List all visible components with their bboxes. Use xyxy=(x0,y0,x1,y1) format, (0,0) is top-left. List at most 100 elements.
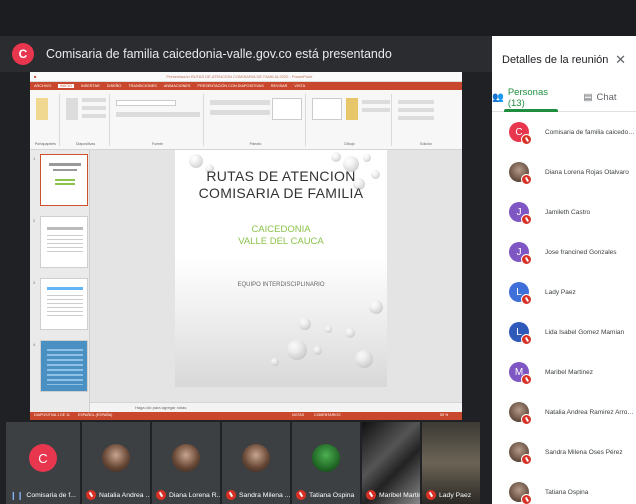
ppt-tab-insertar[interactable]: INSERTAR xyxy=(81,84,100,88)
slide-title: RUTAS DE ATENCION COMISARIA DE FAMILIA xyxy=(198,168,364,201)
group-dibujo: Dibujo xyxy=(308,94,392,146)
participant-list: C Comisaria de familia caicedoni... Diana … xyxy=(492,112,636,504)
participant-name: Diana Lorena Rojas Otalvaro xyxy=(545,168,629,176)
participant-row[interactable]: C Comisaria de familia caicedoni... xyxy=(492,112,636,152)
participant-name: Jose francined Gonzales xyxy=(545,248,617,256)
ppt-tab-revisar[interactable]: REVISAR xyxy=(271,84,288,88)
participant-tile[interactable]: Diana Lorena R... xyxy=(152,422,220,504)
meet-window: C Comisaria de familia caicedonia-valle.… xyxy=(0,0,636,504)
slide-thumbnails: 1 2 3 4 xyxy=(30,150,90,412)
thumbnail-4[interactable] xyxy=(40,340,88,392)
presenter-banner: C Comisaria de familia caicedonia-valle.… xyxy=(0,36,492,72)
tile-name-bar: ❙❙ Comisaria de f... xyxy=(10,491,76,500)
tile-name: Diana Lorena R... xyxy=(169,491,220,499)
participant-tile[interactable]: C ❙❙ Comisaria de f... xyxy=(6,422,80,504)
ppt-tab-inicio[interactable]: INICIO xyxy=(58,84,74,88)
group-portapapeles: Portapapeles xyxy=(32,94,60,146)
tile-name: Lady Paez xyxy=(439,491,472,499)
ppt-tab-transiciones[interactable]: TRANSICIONES xyxy=(128,84,156,88)
tile-name: Tatiana Ospina xyxy=(309,491,355,499)
participant-row[interactable]: M Maribel Martinez xyxy=(492,352,636,392)
tile-name-bar: Maribel Martinez xyxy=(366,490,420,500)
participant-row[interactable]: L Lida Isabel Gomez Mamian xyxy=(492,312,636,352)
thumbnail-2[interactable] xyxy=(40,216,88,268)
participant-row[interactable]: Tatiana Ospina xyxy=(492,472,636,504)
ppt-tab-vista[interactable]: VISTA xyxy=(294,84,305,88)
tile-avatar: C xyxy=(29,444,57,472)
participant-row[interactable]: L Lady Paez xyxy=(492,272,636,312)
tile-name-bar: Tatiana Ospina xyxy=(296,490,354,500)
close-icon[interactable]: ✕ xyxy=(615,52,626,68)
tile-avatar xyxy=(242,444,270,472)
mic-off-icon xyxy=(521,334,532,345)
ppt-tab-diseno[interactable]: DISEÑO xyxy=(107,84,122,88)
tile-avatar xyxy=(312,444,340,472)
ppt-tab-archivo[interactable]: ARCHIVO xyxy=(34,84,51,88)
participant-row[interactable]: Natalia Andrea Ramirez Arroya... xyxy=(492,392,636,432)
participant-tile[interactable]: Natalia Andrea ... xyxy=(82,422,150,504)
tile-avatar xyxy=(172,444,200,472)
mic-off-icon xyxy=(521,414,532,425)
mic-off-icon xyxy=(521,454,532,465)
tile-name: Comisaria de f... xyxy=(26,492,76,499)
mic-off-icon xyxy=(521,254,532,265)
thumbnail-3[interactable] xyxy=(40,278,88,330)
people-icon: 👥 xyxy=(492,92,504,103)
ppt-window-title: Presentación RUTAS DE ATENCION COMISARIA… xyxy=(166,74,313,79)
current-slide[interactable]: RUTAS DE ATENCION COMISARIA DE FAMILIA C… xyxy=(175,150,387,387)
comments-toggle[interactable]: COMENTARIOS xyxy=(314,413,341,417)
tile-name-bar: Sandra Milena ... xyxy=(226,490,290,500)
participant-tile[interactable]: Maribel Martinez xyxy=(362,422,420,504)
participant-tile[interactable]: Tatiana Ospina xyxy=(292,422,360,504)
tab-people[interactable]: 👥 Personas (13) xyxy=(492,84,564,112)
mic-off-icon xyxy=(296,490,306,500)
tile-name: Maribel Martinez xyxy=(379,491,420,499)
participant-name: Tatiana Ospina xyxy=(545,488,589,496)
participant-row[interactable]: J Jamileth Castro xyxy=(492,192,636,232)
thumbnail-1[interactable] xyxy=(40,154,88,206)
participant-tile[interactable]: Sandra Milena ... xyxy=(222,422,290,504)
ppt-ribbon-tabs: ARCHIVO INICIO INSERTAR DISEÑO TRANSICIO… xyxy=(30,82,462,90)
zoom-level[interactable]: 55 % xyxy=(440,413,448,417)
mic-off-icon xyxy=(226,490,236,500)
shared-screen: ■ Presentación RUTAS DE ATENCION COMISAR… xyxy=(30,72,462,420)
mic-off-icon xyxy=(86,490,96,500)
participant-name: Natalia Andrea Ramirez Arroya... xyxy=(545,408,636,416)
participant-tile[interactable]: Lady Paez xyxy=(422,422,480,504)
participant-filmstrip: C ❙❙ Comisaria de f... Natalia Andrea ... Di… xyxy=(0,420,492,504)
ppt-tab-presentacion[interactable]: PRESENTACIÓN CON DIAPOSITIVAS xyxy=(197,84,263,88)
mic-off-icon xyxy=(521,494,532,504)
participant-row[interactable]: Sandra Milena Oses Pérez xyxy=(492,432,636,472)
mic-off-icon xyxy=(521,134,532,145)
speaking-indicator-icon: ❙❙ xyxy=(10,491,24,500)
tab-chat[interactable]: ▤ Chat xyxy=(564,84,636,111)
tile-name: Sandra Milena ... xyxy=(239,491,290,499)
tile-name-bar: Diana Lorena R... xyxy=(156,490,220,500)
panel-title: Detalles de la reunión xyxy=(502,54,609,66)
mic-off-icon xyxy=(521,374,532,385)
slide-canvas: RUTAS DE ATENCION COMISARIA DE FAMILIA C… xyxy=(90,150,462,402)
notes-pane[interactable]: Haga clic para agregar notas xyxy=(90,402,462,412)
panel-header: Detalles de la reunión ✕ xyxy=(492,36,636,84)
mic-off-icon xyxy=(426,490,436,500)
mic-off-icon xyxy=(156,490,166,500)
panel-tabs: 👥 Personas (13) ▤ Chat xyxy=(492,84,636,112)
meeting-details-panel: Detalles de la reunión ✕ 👥 Personas (13)… xyxy=(492,36,636,504)
participant-name: Maribel Martinez xyxy=(545,368,594,376)
participant-name: Jamileth Castro xyxy=(545,208,591,216)
chat-icon: ▤ xyxy=(583,92,593,103)
slide-team-text: EQUIPO INTERDISCIPLINARIO xyxy=(237,282,325,288)
participant-name: Lady Paez xyxy=(545,288,576,296)
ppt-status-bar: DIAPOSITIVA 1 DE 11 ESPAÑOL (ESPAÑA) NOT… xyxy=(30,412,462,420)
participant-row[interactable]: J Jose francined Gonzales xyxy=(492,232,636,272)
participant-name: Comisaria de familia caicedoni... xyxy=(545,128,636,136)
ppt-ribbon: Portapapeles Diapositivas Fuente Párrafo xyxy=(30,90,462,150)
participant-row[interactable]: Diana Lorena Rojas Otalvaro xyxy=(492,152,636,192)
group-fuente: Fuente xyxy=(112,94,204,146)
tile-name-bar: Lady Paez xyxy=(426,490,471,500)
ppt-tab-animaciones[interactable]: ANIMACIONES xyxy=(164,84,191,88)
group-parrafo: Párrafo xyxy=(206,94,306,146)
participant-name: Sandra Milena Oses Pérez xyxy=(545,448,623,456)
notes-toggle[interactable]: NOTAS xyxy=(292,413,304,417)
mic-off-icon xyxy=(521,174,532,185)
